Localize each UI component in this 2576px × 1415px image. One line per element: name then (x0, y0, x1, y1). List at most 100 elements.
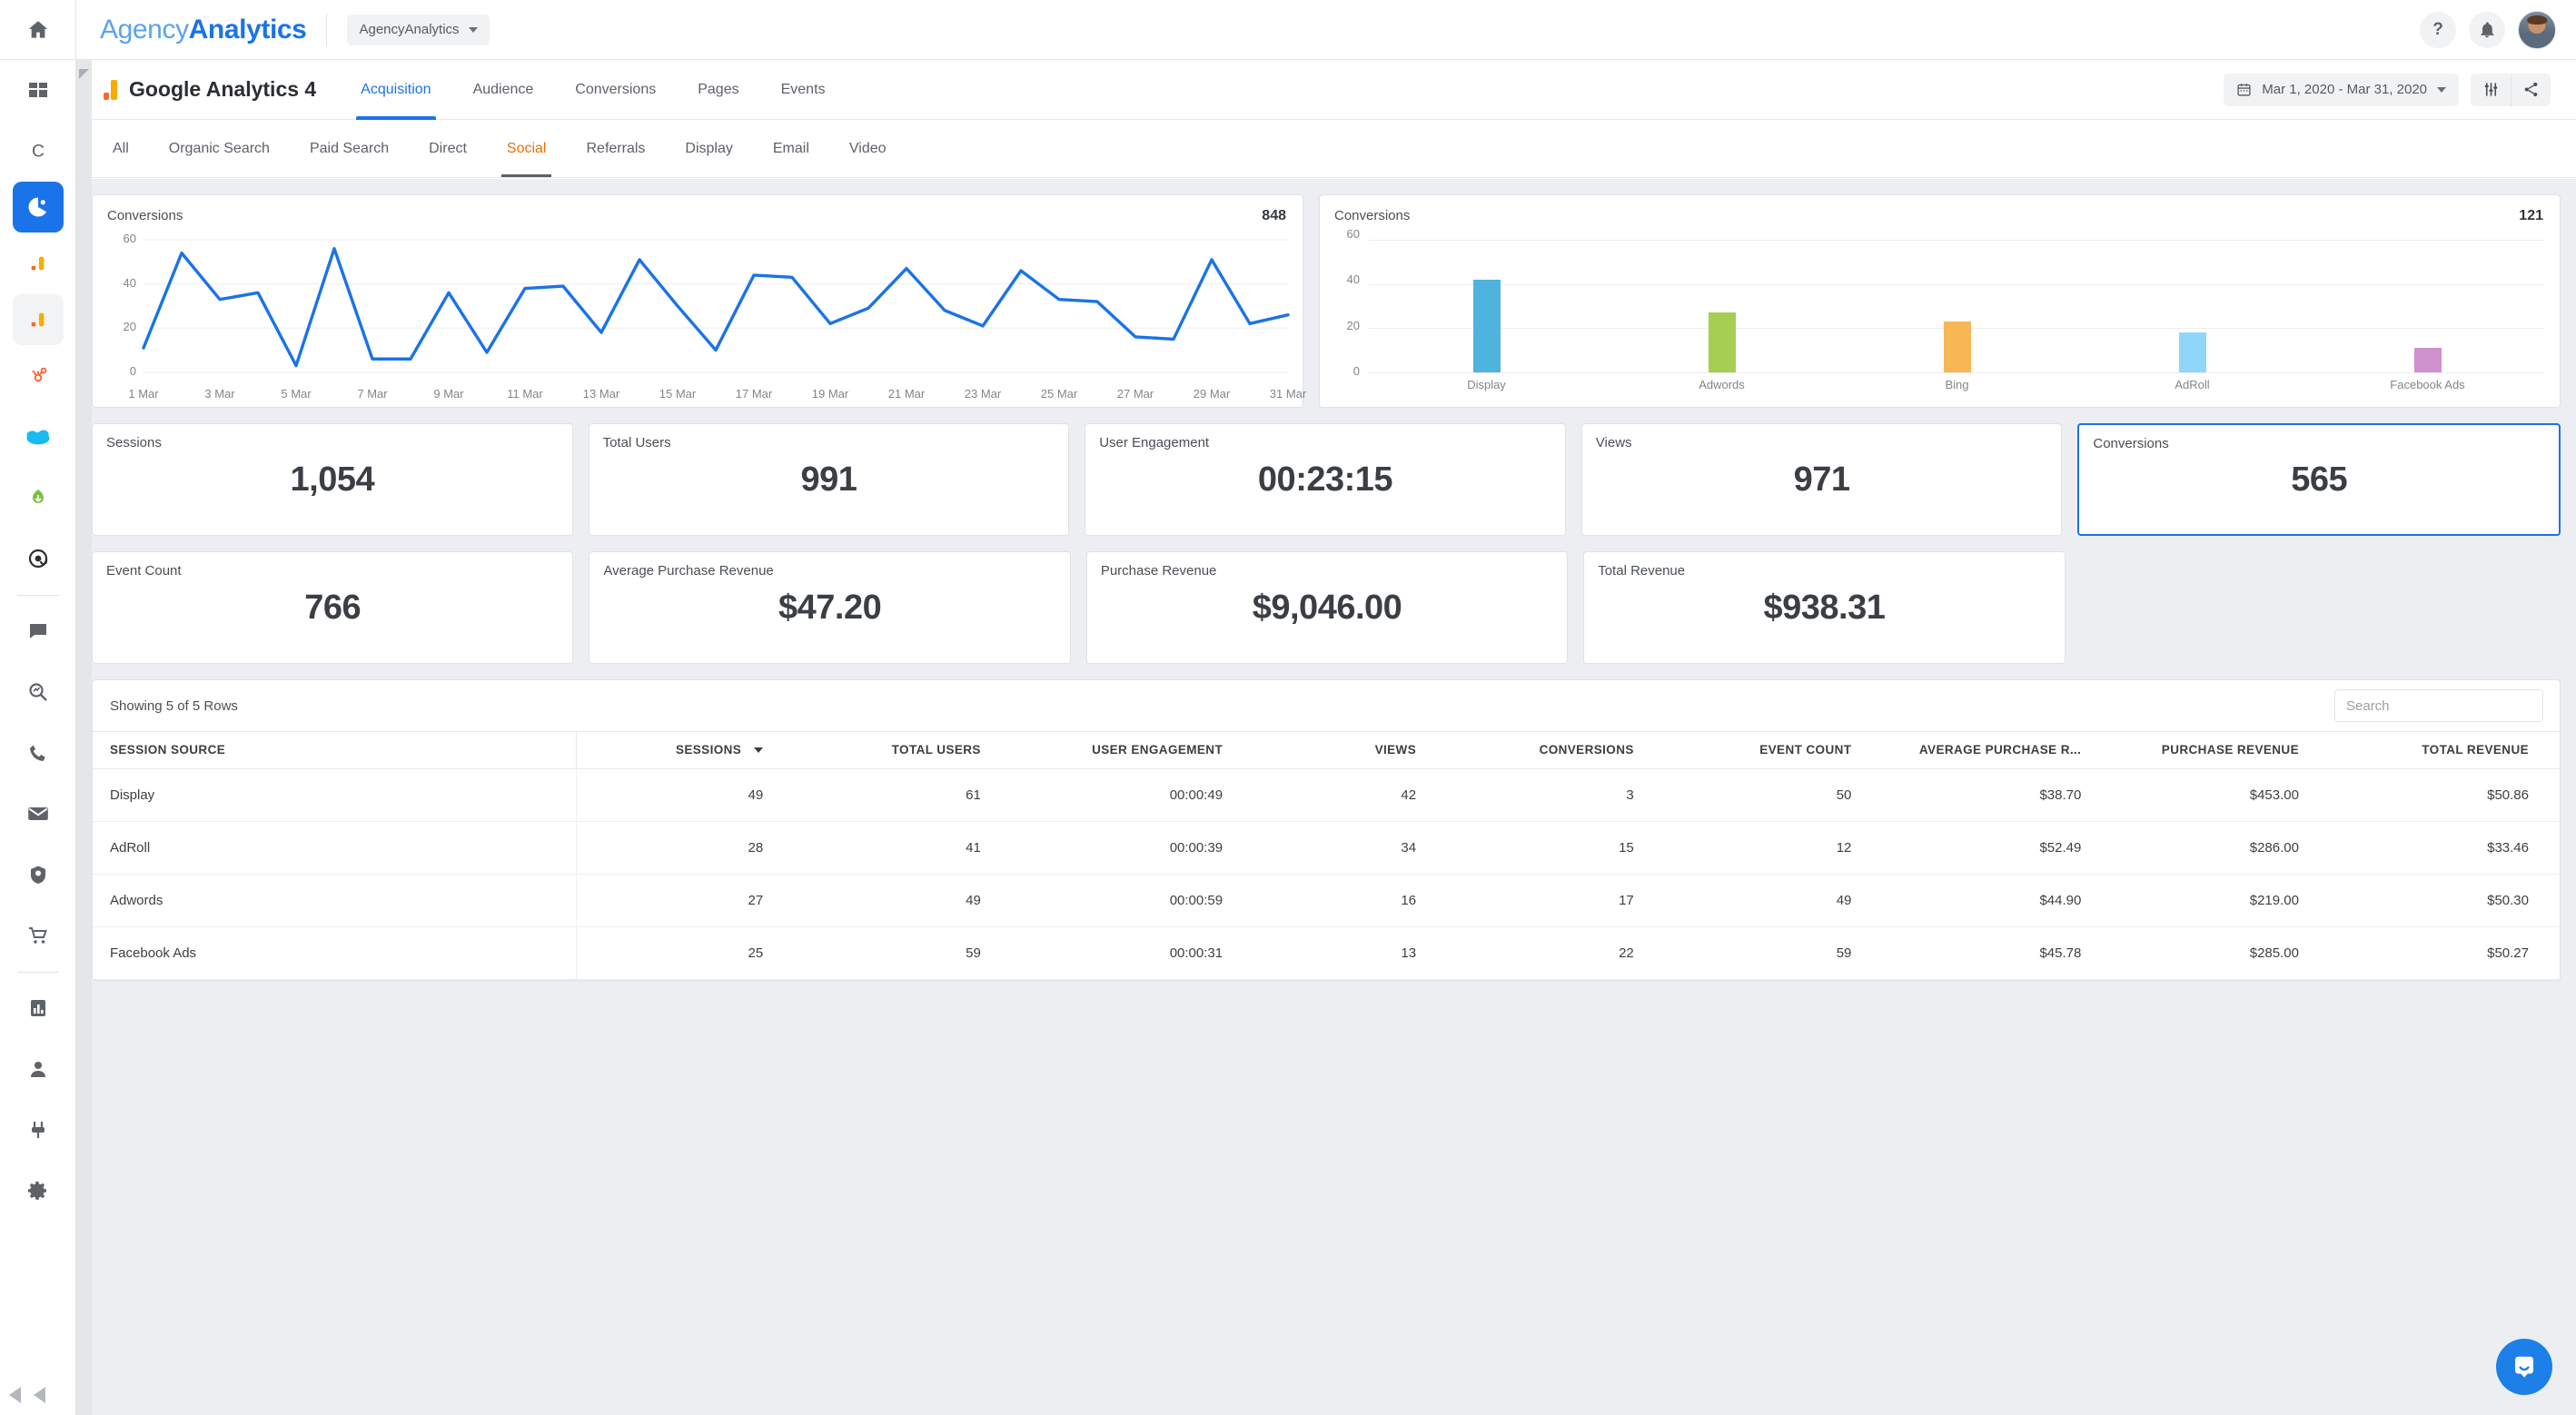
scroll-left-arrow-2[interactable] (34, 1387, 45, 1403)
filter-tab-referrals[interactable]: Referrals (566, 120, 665, 177)
table-row[interactable]: AdRoll 28 41 00:00:39 34 15 12 $52.49 $286.00 $33… (93, 821, 2560, 875)
app-root: C AgencyAnalytics AgencyAnalytics ? Goog… (0, 0, 2576, 1415)
kpi-value: $47.20 (778, 588, 882, 627)
sidebar-item-integrations[interactable] (11, 1100, 65, 1160)
kpi-card-user-engagement[interactable]: User Engagement 00:23:15 (1085, 423, 1566, 536)
question-mark-icon: ? (2432, 19, 2443, 39)
x-tick-label: 31 Mar (1269, 387, 1307, 401)
col-views[interactable]: VIEWS (1253, 731, 1448, 769)
kpi-card-total-revenue[interactable]: Total Revenue $938.31 (1583, 551, 2066, 664)
table-head: SESSION SOURCE SESSIONS TOTAL USERS USER… (93, 731, 2560, 769)
sidebar-item-social[interactable] (11, 601, 65, 661)
sidebar-item-dashboard[interactable] (11, 60, 65, 120)
bar[interactable] (2413, 348, 2442, 372)
search-input[interactable]: Search (2334, 689, 2543, 722)
sidebar-item-settings[interactable] (11, 1161, 65, 1221)
col-user-engagement[interactable]: USER ENGAGEMENT (1011, 731, 1254, 769)
sidebar-item-campaigns[interactable]: C (11, 121, 65, 181)
kpi-card-event-count[interactable]: Event Count 766 (92, 551, 574, 664)
home-button[interactable] (0, 0, 76, 60)
table-row[interactable]: Adwords 27 49 00:00:59 16 17 49 $44.90 $219.00 $5… (93, 874, 2560, 927)
sidebar-item-reputation[interactable] (11, 845, 65, 905)
bar-chart-title: Conversions (1334, 208, 1411, 223)
date-range-picker[interactable]: Mar 1, 2020 - Mar 31, 2020 (2224, 73, 2459, 106)
filter-tab-email[interactable]: Email (753, 120, 829, 177)
filter-tab-paid-search[interactable]: Paid Search (290, 120, 409, 177)
report-chart-icon (30, 1000, 45, 1016)
col-sessions[interactable]: SESSIONS (576, 731, 795, 769)
kpi-card-views[interactable]: Views 971 (1580, 423, 2063, 536)
x-tick-label: 29 Mar (1193, 387, 1231, 401)
panel-collapse-strip[interactable] (76, 60, 92, 1415)
col-average-purchase-revenue[interactable]: AVERAGE PURCHASE R... (1882, 731, 2113, 769)
bar[interactable] (2178, 332, 2206, 372)
rail-items: C (0, 60, 76, 1222)
chat-launcher-button[interactable] (2496, 1339, 2552, 1395)
tab-conversions[interactable]: Conversions (554, 60, 677, 120)
report-settings-button[interactable] (2471, 74, 2511, 106)
sidebar-item-seo[interactable] (11, 662, 65, 722)
filter-tab-social[interactable]: Social (487, 120, 567, 177)
kpi-card-purchase-revenue[interactable]: Purchase Revenue $9,046.00 (1085, 551, 1569, 664)
sidebar-item-active-integration[interactable] (12, 182, 64, 233)
sidebar-item-hubspot[interactable] (11, 346, 65, 406)
x-tick-label: AdRoll (2175, 378, 2210, 391)
sidebar-item-email[interactable] (11, 784, 65, 844)
kpi-card-conversions[interactable]: Conversions 565 (2077, 423, 2561, 536)
filter-tab-all[interactable]: All (93, 120, 149, 177)
plug-icon (31, 1122, 45, 1138)
tab-events[interactable]: Events (760, 60, 847, 120)
sidebar-item-clients[interactable] (11, 1039, 65, 1099)
sidebar-item-mailchimp[interactable] (11, 468, 65, 528)
cell-session-source: Facebook Ads (93, 926, 578, 980)
col-total-revenue[interactable]: TOTAL REVENUE (2329, 731, 2560, 769)
tab-audience[interactable]: Audience (452, 60, 555, 120)
rail-scroll-controls[interactable] (0, 1375, 76, 1415)
report-actions: Mar 1, 2020 - Mar 31, 2020 (2224, 73, 2551, 106)
sidebar-item-ecommerce[interactable] (11, 905, 65, 965)
filter-tab-video[interactable]: Video (829, 120, 907, 177)
rail-divider-1 (16, 595, 59, 596)
filter-tab-display[interactable]: Display (665, 120, 752, 177)
line-chart-total: 848 (1262, 208, 1286, 223)
filter-tab-organic-search[interactable]: Organic Search (149, 120, 290, 177)
kpi-card-total-users[interactable]: Total Users 991 (588, 423, 1070, 536)
sidebar-item-reports[interactable] (11, 978, 65, 1038)
col-session-source[interactable]: SESSION SOURCE (93, 731, 578, 769)
bar[interactable] (1943, 322, 1971, 372)
share-button[interactable] (2511, 73, 2551, 106)
tab-pages[interactable]: Pages (677, 60, 759, 120)
cell-value: 59 (1664, 926, 1883, 980)
brand-logo[interactable]: AgencyAnalytics (100, 15, 307, 45)
kpi-card-sessions[interactable]: Sessions 1,054 (92, 423, 573, 536)
x-tick-label: 13 Mar (582, 387, 620, 401)
notifications-button[interactable] (2469, 11, 2505, 48)
cell-value: 00:00:49 (1011, 768, 1254, 822)
sidebar-item-ga4[interactable] (12, 294, 64, 345)
kpi-card-average-purchase-revenue[interactable]: Average Purchase Revenue $47.20 (589, 551, 1071, 664)
cell-value: 25 (576, 926, 795, 980)
filter-tab-direct[interactable]: Direct (409, 120, 487, 177)
account-picker[interactable]: AgencyAnalytics (347, 14, 490, 45)
sidebar-item-moz[interactable] (11, 529, 65, 589)
google-analytics-4-icon (31, 312, 44, 327)
avatar[interactable] (2518, 10, 2556, 49)
sidebar-item-analytics[interactable] (11, 233, 65, 293)
help-button[interactable]: ? (2420, 11, 2456, 48)
col-conversions[interactable]: CONVERSIONS (1447, 731, 1665, 769)
bar[interactable] (1472, 279, 1501, 372)
bar[interactable] (1708, 312, 1736, 372)
tab-acquisition[interactable]: Acquisition (340, 60, 451, 120)
table-row[interactable]: Facebook Ads 25 59 00:00:31 13 22 59 $45.78 $285… (93, 926, 2560, 980)
col-total-users[interactable]: TOTAL USERS (794, 731, 1012, 769)
col-event-count[interactable]: EVENT COUNT (1664, 731, 1883, 769)
sidebar-item-calls[interactable] (11, 723, 65, 783)
col-purchase-revenue[interactable]: PURCHASE REVENUE (2112, 731, 2330, 769)
sidebar-item-salesforce[interactable] (11, 407, 65, 467)
scroll-left-arrow-1[interactable] (9, 1387, 21, 1403)
line-chart-plot: 1 Mar 3 Mar 5 Mar 7 Mar 9 Mar 11 Mar 13 Mar 15 … (107, 232, 1307, 403)
table-row[interactable]: Display 49 61 00:00:49 42 3 50 $38.70 $453.00 $50… (93, 768, 2560, 822)
kpi-row-2-spacer (2081, 551, 2561, 664)
x-tick-label: 17 Mar (735, 387, 773, 401)
line-chart-x-ticks: 1 Mar 3 Mar 5 Mar 7 Mar 9 Mar 11 Mar 13 Mar 15 … (128, 387, 1306, 403)
